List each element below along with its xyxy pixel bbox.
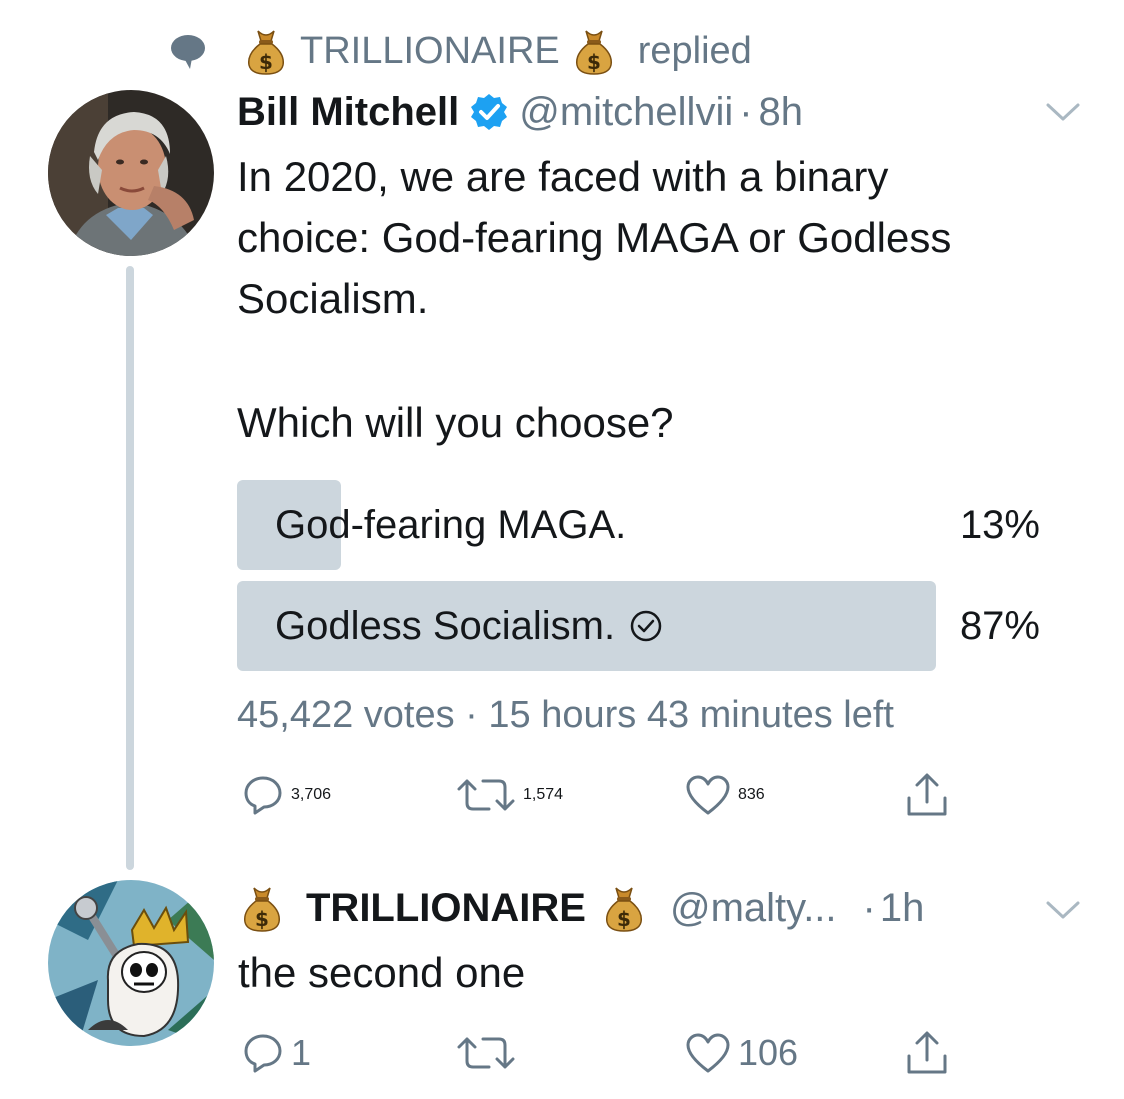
poll-meta: 45,422 votes · 15 hours 43 minutes left xyxy=(237,694,894,737)
avatar-bill-mitchell[interactable] xyxy=(48,90,214,256)
tweet-text: In 2020, we are faced with a binary choi… xyxy=(237,146,951,329)
chevron-down-icon[interactable] xyxy=(1044,100,1082,124)
separator-dot: · xyxy=(739,89,753,134)
like-count: 836 xyxy=(738,786,765,803)
money-bag-icon xyxy=(572,27,616,75)
poll-option-2: Godless Socialism. 87% xyxy=(237,581,1040,671)
thread-line xyxy=(126,266,134,870)
money-bag-icon xyxy=(244,27,288,75)
vote-count: 45,422 votes xyxy=(237,694,455,736)
check-circle-icon xyxy=(630,610,662,642)
reply-author-name[interactable]: TRILLIONAIRE xyxy=(306,886,586,931)
reply-button[interactable]: 3,706 xyxy=(241,772,331,818)
retweet-count: 1,574 xyxy=(523,786,564,803)
reply-icon xyxy=(244,776,282,815)
tweet-text-line: choice: God-fearing MAGA or Godless xyxy=(237,214,952,261)
poll-option-label: Godless Socialism. xyxy=(275,581,663,671)
poll-option-percent: 87% xyxy=(959,603,1040,648)
context-name[interactable]: TRILLIONAIRE xyxy=(300,30,560,73)
reply-time[interactable]: 1h xyxy=(880,886,925,931)
separator-dot: · xyxy=(862,885,876,930)
retweet-button[interactable] xyxy=(455,1030,523,1076)
chevron-down-icon[interactable] xyxy=(1044,898,1082,922)
reply-count: 3,706 xyxy=(291,786,332,803)
tweet-header: Bill Mitchell @mitchellvii · 8h xyxy=(237,84,803,140)
heart-icon xyxy=(686,1033,730,1073)
separator-dot: · xyxy=(465,694,478,736)
money-bag-icon xyxy=(240,884,284,932)
context-action: replied xyxy=(637,29,752,72)
like-count: 106 xyxy=(738,1032,799,1073)
poll-option-label: God-fearing MAGA. xyxy=(275,502,627,547)
context-line: TRILLIONAIRE replied xyxy=(168,26,752,76)
author-handle[interactable]: @mitchellvii xyxy=(519,90,733,135)
like-button[interactable]: 106 xyxy=(684,1030,798,1076)
retweet-icon xyxy=(457,1037,515,1069)
heart-icon xyxy=(686,775,730,815)
reply-bubble-icon xyxy=(171,35,205,69)
share-icon xyxy=(907,773,947,816)
tweet-text-line: In 2020, we are faced with a binary xyxy=(237,153,889,200)
tweet-text-line: Socialism. xyxy=(237,275,429,322)
money-bag-icon xyxy=(602,884,646,932)
reply-count: 1 xyxy=(291,1032,312,1073)
reply-button[interactable]: 1 xyxy=(241,1030,311,1076)
author-name[interactable]: Bill Mitchell xyxy=(237,90,459,135)
avatar-image xyxy=(48,90,214,256)
retweet-button[interactable]: 1,574 xyxy=(455,772,563,818)
reply-header: TRILLIONAIRE @malty... · 1h xyxy=(240,878,924,938)
reply-icon xyxy=(244,1034,282,1073)
reply-text: the second one xyxy=(238,949,526,996)
poll-option-percent: 13% xyxy=(959,502,1040,547)
tweet-time[interactable]: 8h xyxy=(759,90,804,135)
retweet-icon xyxy=(457,779,515,811)
share-button[interactable] xyxy=(904,1028,956,1078)
avatar-trillionaire[interactable] xyxy=(48,880,214,1046)
tweet-question: Which will you choose? xyxy=(237,399,674,446)
reply-author-handle[interactable]: @malty... xyxy=(670,886,837,931)
share-button[interactable] xyxy=(904,770,956,820)
verified-badge-icon xyxy=(471,94,508,130)
avatar-image xyxy=(48,880,214,1046)
time-left: 15 hours 43 minutes left xyxy=(488,694,894,736)
share-icon xyxy=(907,1031,947,1074)
like-button[interactable]: 836 xyxy=(684,772,765,818)
poll-option-1: God-fearing MAGA. 13% xyxy=(237,480,1040,570)
